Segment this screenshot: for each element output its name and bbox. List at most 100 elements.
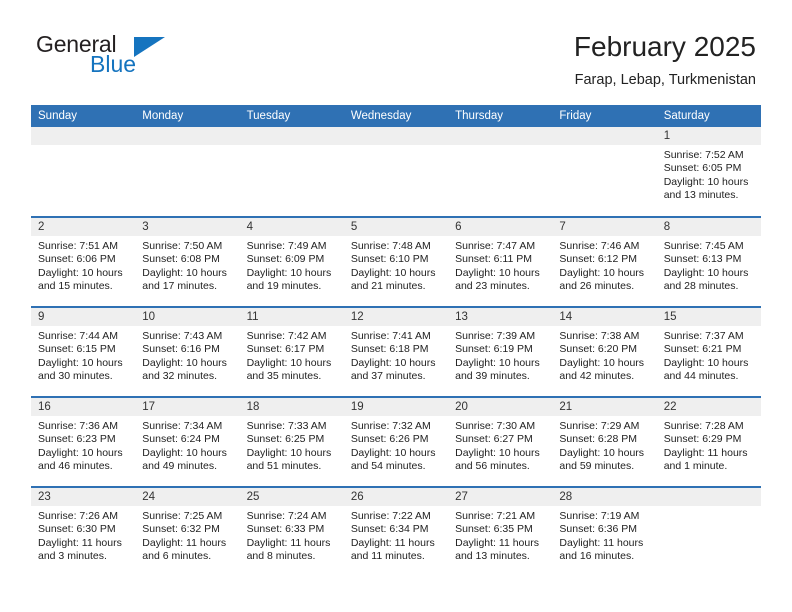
- day-number: 18: [239, 398, 344, 416]
- daylight-text: Daylight: 10 hours and 32 minutes.: [142, 356, 227, 383]
- day-number: 6: [448, 218, 553, 236]
- day-number: 27: [448, 488, 553, 506]
- day-details: Sunrise: 7:32 AM Sunset: 6:26 PM Daylight:…: [344, 416, 448, 474]
- day-number: 15: [656, 308, 761, 326]
- day-number: 21: [552, 398, 657, 416]
- daylight-text: Daylight: 10 hours and 37 minutes.: [350, 356, 436, 383]
- calendar-day-cell[interactable]: 15 Sunrise: 7:37 AM Sunset: 6:21 PM Dayligh…: [656, 306, 761, 397]
- day-number: [239, 127, 344, 145]
- calendar-day-cell[interactable]: 3 Sunrise: 7:50 AM Sunset: 6:08 PM Daylight…: [135, 216, 240, 307]
- calendar-day-cell[interactable]: 2 Sunrise: 7:51 AM Sunset: 6:06 PM Daylight…: [31, 216, 136, 307]
- day-details: Sunrise: 7:37 AM Sunset: 6:21 PM Daylight:…: [657, 326, 761, 384]
- sunrise-text: Sunrise: 7:37 AM: [663, 330, 744, 342]
- sunrise-text: Sunrise: 7:19 AM: [559, 510, 640, 522]
- day-number: [552, 127, 657, 145]
- calendar-day-cell-empty: [552, 127, 657, 217]
- calendar-day-cell[interactable]: 25 Sunrise: 7:24 AM Sunset: 6:33 PM Dayligh…: [239, 486, 344, 577]
- day-number: 16: [31, 398, 136, 416]
- page-header: General Blue February 2025 Farap, Lebap,…: [0, 0, 792, 88]
- calendar-day-cell[interactable]: 13 Sunrise: 7:39 AM Sunset: 6:19 PM Dayligh…: [448, 306, 553, 397]
- calendar-day-cell[interactable]: 14 Sunrise: 7:38 AM Sunset: 6:20 PM Dayligh…: [552, 306, 657, 397]
- calendar-day-cell[interactable]: 16 Sunrise: 7:36 AM Sunset: 6:23 PM Dayligh…: [31, 396, 136, 487]
- calendar-day-cell[interactable]: 12 Sunrise: 7:41 AM Sunset: 6:18 PM Dayligh…: [343, 306, 449, 397]
- daylight-text: Daylight: 10 hours and 15 minutes.: [38, 266, 123, 293]
- calendar-page: General Blue February 2025 Farap, Lebap,…: [0, 0, 792, 612]
- sunrise-text: Sunrise: 7:28 AM: [663, 420, 744, 432]
- calendar-day-cell[interactable]: 6 Sunrise: 7:47 AM Sunset: 6:11 PM Daylight…: [448, 216, 553, 307]
- day-number: 9: [31, 308, 136, 326]
- day-details: Sunrise: 7:46 AM Sunset: 6:12 PM Daylight:…: [552, 236, 656, 294]
- day-number: 26: [343, 488, 449, 506]
- sunset-text: Sunset: 6:16 PM: [142, 343, 220, 356]
- sunset-text: Sunset: 6:06 PM: [38, 253, 116, 266]
- calendar-day-cell[interactable]: 18 Sunrise: 7:33 AM Sunset: 6:25 PM Dayligh…: [239, 396, 344, 487]
- day-number: [343, 127, 449, 145]
- daylight-text: Daylight: 10 hours and 59 minutes.: [559, 446, 645, 473]
- day-number: [31, 127, 136, 145]
- calendar-day-cell[interactable]: 8 Sunrise: 7:45 AM Sunset: 6:13 PM Daylight…: [656, 216, 761, 307]
- sunrise-text: Sunrise: 7:24 AM: [246, 510, 327, 522]
- daylight-text: Daylight: 11 hours and 3 minutes.: [38, 536, 122, 563]
- day-number: 25: [239, 488, 344, 506]
- day-number: 8: [656, 218, 761, 236]
- calendar-day-cell[interactable]: 1 Sunrise: 7:52 AM Sunset: 6:05 PM Daylight…: [656, 127, 761, 217]
- calendar-day-cell[interactable]: 19 Sunrise: 7:32 AM Sunset: 6:26 PM Dayligh…: [343, 396, 449, 487]
- calendar-day-cell[interactable]: 20 Sunrise: 7:30 AM Sunset: 6:27 PM Dayligh…: [448, 396, 553, 487]
- day-number: [656, 488, 761, 506]
- sunrise-text: Sunrise: 7:52 AM: [663, 149, 744, 161]
- day-number: 11: [239, 308, 344, 326]
- daylight-text: Daylight: 10 hours and 21 minutes.: [350, 266, 436, 293]
- calendar-day-cell[interactable]: 22 Sunrise: 7:28 AM Sunset: 6:29 PM Dayligh…: [656, 396, 761, 487]
- calendar-day-cell[interactable]: 17 Sunrise: 7:34 AM Sunset: 6:24 PM Dayligh…: [135, 396, 240, 487]
- day-details: Sunrise: 7:51 AM Sunset: 6:06 PM Daylight:…: [31, 236, 135, 294]
- sunrise-text: Sunrise: 7:42 AM: [246, 330, 327, 342]
- calendar-day-cell[interactable]: 27 Sunrise: 7:21 AM Sunset: 6:35 PM Dayligh…: [448, 486, 553, 577]
- daylight-text: Daylight: 10 hours and 49 minutes.: [142, 446, 227, 473]
- calendar-day-cell[interactable]: 7 Sunrise: 7:46 AM Sunset: 6:12 PM Daylight…: [552, 216, 657, 307]
- day-details: Sunrise: 7:48 AM Sunset: 6:10 PM Daylight:…: [344, 236, 448, 294]
- general-blue-logo[interactable]: General Blue: [36, 32, 206, 82]
- sunrise-text: Sunrise: 7:43 AM: [142, 330, 223, 342]
- weekday-header-thursday: Thursday: [448, 105, 553, 127]
- sunset-text: Sunset: 6:35 PM: [455, 523, 533, 536]
- day-details: Sunrise: 7:42 AM Sunset: 6:17 PM Daylight:…: [240, 326, 344, 384]
- calendar-day-cell[interactable]: 4 Sunrise: 7:49 AM Sunset: 6:09 PM Daylight…: [239, 216, 344, 307]
- weekday-header-monday: Monday: [135, 105, 240, 127]
- calendar-day-cell[interactable]: 9 Sunrise: 7:44 AM Sunset: 6:15 PM Daylight…: [31, 306, 136, 397]
- sunset-text: Sunset: 6:28 PM: [559, 433, 638, 446]
- calendar-day-cell[interactable]: 24 Sunrise: 7:25 AM Sunset: 6:32 PM Dayligh…: [135, 486, 240, 577]
- sunrise-text: Sunrise: 7:22 AM: [350, 510, 431, 522]
- day-number: 7: [552, 218, 657, 236]
- calendar-day-cell[interactable]: 11 Sunrise: 7:42 AM Sunset: 6:17 PM Dayligh…: [239, 306, 344, 397]
- calendar-day-cell[interactable]: 21 Sunrise: 7:29 AM Sunset: 6:28 PM Dayligh…: [552, 396, 657, 487]
- triangle-icon: [134, 37, 165, 57]
- daylight-text: Daylight: 10 hours and 13 minutes.: [663, 175, 749, 202]
- sunset-text: Sunset: 6:33 PM: [246, 523, 325, 536]
- daylight-text: Daylight: 10 hours and 54 minutes.: [350, 446, 436, 473]
- day-number: 3: [135, 218, 240, 236]
- sunrise-text: Sunrise: 7:25 AM: [142, 510, 223, 522]
- calendar-day-cell[interactable]: 26 Sunrise: 7:22 AM Sunset: 6:34 PM Dayligh…: [343, 486, 449, 577]
- calendar-day-cell[interactable]: 5 Sunrise: 7:48 AM Sunset: 6:10 PM Daylight…: [343, 216, 449, 307]
- day-details: Sunrise: 7:24 AM Sunset: 6:33 PM Daylight:…: [240, 506, 344, 564]
- title-block: February 2025 Farap, Lebap, Turkmenistan: [574, 30, 756, 89]
- calendar-week-row: 23 Sunrise: 7:26 AM Sunset: 6:30 PM Dayligh…: [31, 486, 761, 577]
- daylight-text: Daylight: 10 hours and 56 minutes.: [455, 446, 540, 473]
- calendar-week-row: 16 Sunrise: 7:36 AM Sunset: 6:23 PM Dayligh…: [31, 396, 761, 487]
- day-details: Sunrise: 7:21 AM Sunset: 6:35 PM Daylight:…: [448, 506, 552, 564]
- sunrise-text: Sunrise: 7:30 AM: [455, 420, 536, 432]
- day-details: Sunrise: 7:34 AM Sunset: 6:24 PM Daylight:…: [135, 416, 239, 474]
- day-number: 12: [343, 308, 449, 326]
- daylight-text: Daylight: 10 hours and 44 minutes.: [663, 356, 749, 383]
- day-number: 22: [656, 398, 761, 416]
- calendar-day-cell[interactable]: 23 Sunrise: 7:26 AM Sunset: 6:30 PM Dayligh…: [31, 486, 136, 577]
- daylight-text: Daylight: 10 hours and 19 minutes.: [246, 266, 332, 293]
- calendar-day-cell-empty: [31, 127, 136, 217]
- day-number: 23: [31, 488, 136, 506]
- sunset-text: Sunset: 6:36 PM: [559, 523, 638, 536]
- calendar-day-cell[interactable]: 10 Sunrise: 7:43 AM Sunset: 6:16 PM Dayligh…: [135, 306, 240, 397]
- calendar-day-cell-empty: [343, 127, 449, 217]
- day-number: 28: [552, 488, 657, 506]
- day-number: 10: [135, 308, 240, 326]
- calendar-day-cell[interactable]: 28 Sunrise: 7:19 AM Sunset: 6:36 PM Dayligh…: [552, 486, 657, 577]
